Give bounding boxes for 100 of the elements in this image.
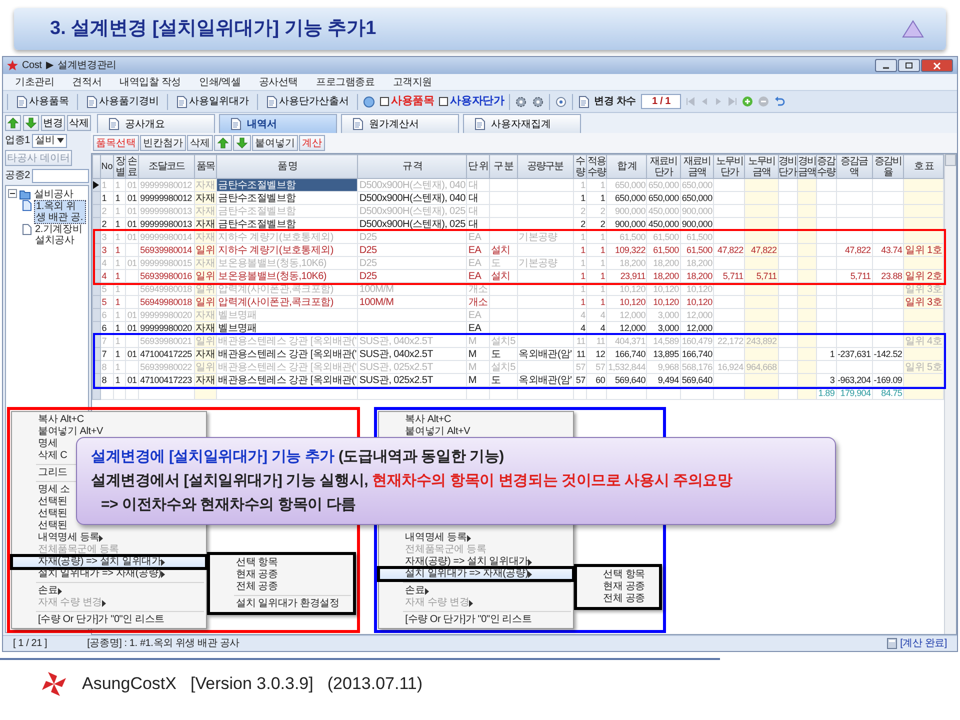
menu-item[interactable]: 붙여넣기 Alt+V: [12, 426, 105, 438]
grid-button[interactable]: 삭제: [187, 135, 213, 151]
tab[interactable]: 사용자재집계: [463, 114, 581, 133]
menu-item[interactable]: 설치 일위대가 => 자재(공량): [379, 568, 574, 580]
gear-icon: [532, 96, 544, 108]
column-header[interactable]: 노무비금액: [744, 154, 778, 178]
toolbar-button[interactable]: 사용일위대가: [173, 94, 252, 109]
column-header[interactable]: 증감비율: [872, 154, 904, 178]
panel-button[interactable]: 삭제: [67, 115, 91, 131]
menu-item[interactable]: 전체 공종: [577, 593, 659, 605]
tab[interactable]: 원가계산서: [341, 114, 459, 133]
column-header[interactable]: 경비단가: [778, 154, 798, 178]
revision-field[interactable]: 1 / 1: [641, 94, 682, 109]
column-header[interactable]: 적용수량: [586, 154, 607, 178]
column-header[interactable]: 손료: [126, 154, 139, 178]
toolbar-button[interactable]: 사용품기경비: [83, 94, 162, 109]
menu-bar-item[interactable]: 고객지원: [392, 74, 432, 90]
menu-item[interactable]: 선택 항목: [577, 569, 659, 581]
column-header[interactable]: 재료비금액: [680, 154, 714, 178]
menu-item[interactable]: 현재 공종: [577, 581, 659, 593]
menu-item[interactable]: 전체 공종: [210, 581, 354, 593]
table-cell: 1: [114, 178, 126, 192]
menu-item[interactable]: [수량 Or 단가]가 "0"인 리스트: [12, 614, 166, 626]
panel-button[interactable]: 변경: [41, 115, 65, 131]
tab[interactable]: 내역서: [219, 114, 337, 133]
menu-item[interactable]: 선택된: [12, 496, 70, 508]
column-header[interactable]: 품목: [194, 154, 217, 178]
column-header[interactable]: 장별: [114, 154, 126, 178]
close-button[interactable]: [921, 59, 953, 72]
tree-item[interactable]: 2.기계장비 설치공사: [34, 224, 86, 246]
table-cell: 56939980014: [138, 244, 194, 256]
menu-item[interactable]: 삭제 C: [12, 450, 70, 462]
maximize-button[interactable]: [898, 59, 920, 72]
table-cell: 6: [100, 322, 114, 334]
table-cell: 12,000: [606, 308, 647, 322]
column-header[interactable]: No: [100, 154, 114, 178]
menu-item[interactable]: 선택된: [12, 520, 70, 532]
move-up-button[interactable]: [5, 115, 21, 131]
menu-bar-item[interactable]: 인쇄/엑셀: [199, 74, 241, 90]
menu-item[interactable]: 손료: [379, 585, 574, 597]
column-header[interactable]: 합 계: [606, 154, 647, 178]
menu-item[interactable]: 자재(공량) => 설치 일위대가: [12, 556, 206, 568]
table-cell: 8: [100, 360, 114, 374]
toolbar-button[interactable]: 사용품목: [13, 94, 72, 109]
dropdown-field[interactable]: 설비: [32, 134, 67, 148]
menu-item[interactable]: 붙여넣기 Alt+V: [379, 426, 472, 438]
column-header[interactable]: 수 량: [573, 154, 587, 178]
grid-button[interactable]: 계산: [299, 135, 325, 151]
column-header[interactable]: 호 표: [904, 154, 944, 178]
menu-bar-item[interactable]: 기초관리: [15, 74, 54, 90]
menu-item[interactable]: 명세 소: [12, 484, 72, 496]
column-header[interactable]: 품 명: [216, 154, 358, 178]
move-down-button[interactable]: [23, 115, 39, 131]
menu-item[interactable]: 손료: [12, 585, 206, 597]
toolbar-button[interactable]: 사용단가산출서: [263, 94, 352, 109]
column-header[interactable]: 구 분: [489, 154, 518, 178]
table-cell: 보온용볼밸브(청동,10K6): [216, 270, 358, 282]
input-field[interactable]: [32, 168, 89, 182]
column-header[interactable]: 노무비단가: [714, 154, 745, 178]
column-header[interactable]: 재료비단가: [646, 154, 680, 178]
tree-item[interactable]: 설비공사: [33, 189, 74, 200]
menu-bar-item[interactable]: 프로그램종료: [316, 74, 375, 90]
column-header[interactable]: 조달코드: [138, 154, 194, 178]
column-header[interactable]: 규 격: [358, 154, 467, 178]
menu-item[interactable]: 복사 Alt+C: [379, 414, 454, 426]
menu-item[interactable]: 내역명세 등록: [12, 532, 206, 544]
column-header[interactable]: 단 위: [466, 154, 490, 178]
menu-item[interactable]: 명세: [12, 438, 60, 450]
menu-item[interactable]: 자재(공량) => 설치 일위대가: [379, 556, 574, 568]
menu-item[interactable]: 선택된: [12, 508, 70, 520]
grid-button[interactable]: 빈칸첨가: [140, 135, 186, 151]
checkbox[interactable]: 사용품목: [380, 93, 434, 110]
menu-bar-item[interactable]: 공사선택: [258, 74, 298, 90]
table-cell: 01: [126, 374, 139, 386]
tree-item[interactable]: 1.옥외 위생 배관 공.: [34, 200, 86, 224]
column-header[interactable]: 경비금액: [797, 154, 816, 178]
tab[interactable]: 공사개요: [97, 114, 215, 133]
document-icon: [16, 96, 27, 108]
menu-item[interactable]: 설치 일위대가 환경설정: [210, 598, 354, 610]
move-up-button[interactable]: [214, 135, 232, 151]
menu-item[interactable]: [수량 Or 단가]가 "0"인 리스트: [379, 614, 534, 626]
grid-button[interactable]: 붙여넣기: [252, 135, 298, 151]
table-cell: 9,968: [646, 360, 680, 374]
move-down-button[interactable]: [233, 135, 251, 151]
column-header[interactable]: 증감수량: [816, 154, 836, 178]
menu-bar-item[interactable]: 견적서: [72, 74, 102, 90]
menu-item[interactable]: 내역명세 등록: [379, 532, 574, 544]
grid-button[interactable]: 품목선택: [93, 135, 139, 151]
checkbox[interactable]: 사용자단가: [439, 93, 504, 110]
vertical-scrollbar[interactable]: [944, 154, 956, 634]
row-header[interactable]: [92, 178, 100, 192]
menu-item[interactable]: 현재 공종: [210, 569, 354, 581]
menu-bar-item[interactable]: 내역입찰 작성: [120, 74, 181, 90]
column-header[interactable]: 증감금액: [836, 154, 872, 178]
minimize-button[interactable]: [875, 59, 897, 72]
menu-item[interactable]: 설치 일위대가 => 자재(공량): [12, 568, 206, 580]
menu-item[interactable]: 복사 Alt+C: [12, 414, 86, 426]
column-header[interactable]: 공량구분: [517, 154, 574, 178]
menu-item[interactable]: 그리드: [12, 467, 70, 479]
menu-item[interactable]: 선택 항목: [210, 557, 354, 569]
